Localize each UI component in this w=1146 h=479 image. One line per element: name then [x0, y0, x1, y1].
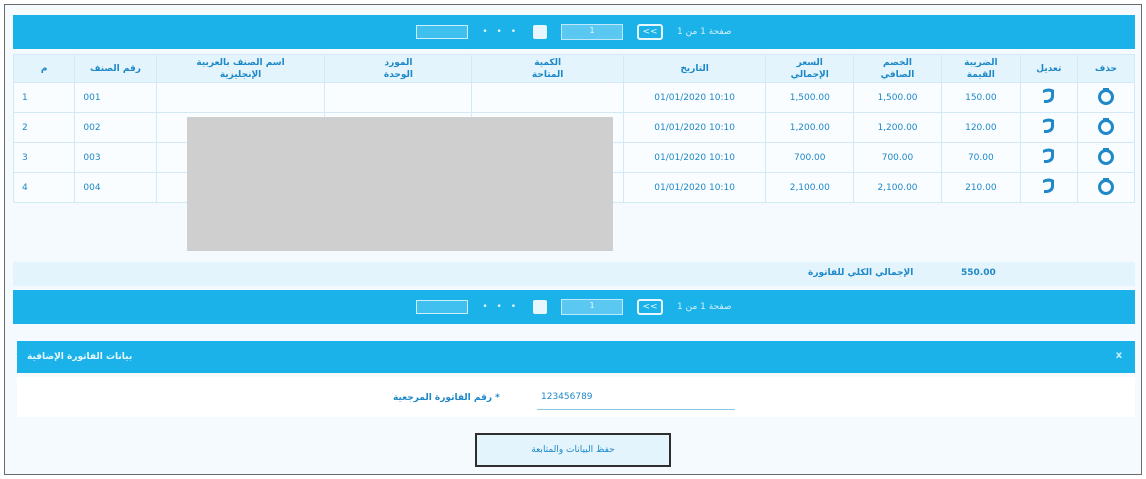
next-page-icon-bottom[interactable] [533, 300, 548, 314]
summary-label: الإجمالي الكلي للفاتورة [808, 268, 914, 278]
delete-cell [1076, 142, 1136, 173]
discount-cell: 1,500.00 [853, 82, 942, 113]
date-cell: 01/01/2020 10:10 [622, 142, 767, 173]
delete-cell [1076, 172, 1136, 203]
prev-page-button-bottom[interactable]: << [637, 299, 664, 315]
column-header-label: التاريخ [680, 63, 709, 74]
column-header: رقم الصنف [74, 54, 157, 83]
column-header-label: رقم الصنف [90, 63, 141, 74]
column-header-label: المورد [384, 57, 413, 68]
delete-cell [1076, 112, 1136, 143]
column-header-label: م [40, 63, 48, 74]
delete-icon[interactable] [1097, 147, 1115, 168]
redacted-area [187, 117, 613, 251]
edit-icon[interactable] [1041, 147, 1057, 168]
column-header-sublabel: المتاحة [531, 69, 564, 80]
supplier-cell [324, 82, 473, 113]
top-pager-bar: • • • 1 << صفحة 1 من 1 [13, 15, 1135, 49]
summary-row: الإجمالي الكلي للفاتورة 550.00 [13, 262, 1135, 286]
page-dots: • • • [482, 27, 520, 37]
delete-cell [1076, 82, 1136, 113]
discount-cell: 2,100.00 [853, 172, 942, 203]
column-header: حذف [1076, 54, 1136, 83]
column-header-label: السعر [796, 57, 823, 68]
delete-icon[interactable] [1097, 117, 1115, 138]
row-number-cell: 4 [12, 172, 76, 203]
page-frame: • • • 1 << صفحة 1 من 1 م رقم الصنف اسم الص… [4, 4, 1142, 475]
column-header-label: اسم الصنف بالعربية [196, 57, 285, 68]
column-header: الكمية المتاحة [471, 54, 624, 83]
edit-cell [1019, 112, 1078, 143]
prev-page-button[interactable]: << [637, 24, 664, 40]
discount-cell: 1,200.00 [853, 112, 942, 143]
close-icon[interactable]: x [1113, 350, 1125, 362]
price-cell: 700.00 [765, 142, 855, 173]
reference-field-label: رقم الفاتورة المرجعية * [393, 393, 500, 403]
go-page-input[interactable] [416, 25, 469, 39]
bottom-pager-bar: • • • 1 << صفحة 1 من 1 [13, 290, 1135, 324]
quantity-cell [471, 82, 624, 113]
column-header: اسم الصنف بالعربية الإنجليزية [155, 54, 326, 83]
column-header: الضريبة القيمة [940, 54, 1021, 83]
item-code-cell: 002 [74, 112, 157, 143]
table-header-row: م رقم الصنف اسم الصنف بالعربية الإنجليزية ال… [12, 54, 1136, 83]
price-cell: 1,200.00 [765, 112, 855, 143]
item-name-cell [155, 82, 326, 113]
column-header-sublabel: القيمة [966, 69, 995, 80]
edit-icon[interactable] [1041, 87, 1057, 108]
column-header: تعديل [1019, 54, 1078, 83]
page-select-bottom[interactable]: 1 [561, 299, 624, 315]
date-cell: 01/01/2020 10:10 [622, 112, 767, 143]
column-header-label: حذف [1094, 63, 1117, 74]
next-page-icon[interactable] [533, 25, 548, 39]
column-header: م [12, 54, 76, 83]
table-row: 1 001 01/01/2020 10:10 1,500.00 1,500.00 150.… [12, 82, 1136, 113]
column-header: التاريخ [622, 54, 767, 83]
edit-cell [1019, 82, 1078, 113]
reference-number-input[interactable] [537, 385, 735, 410]
page-info-label: صفحة 1 من 1 [677, 27, 732, 37]
date-cell: 01/01/2020 10:10 [622, 82, 767, 113]
row-number-cell: 3 [12, 142, 76, 173]
summary-value: 550.00 [961, 268, 996, 278]
column-header: السعر الإجمالي [765, 54, 855, 83]
delete-icon[interactable] [1097, 87, 1115, 108]
column-header-label: تعديل [1036, 63, 1062, 74]
price-cell: 1,500.00 [765, 82, 855, 113]
go-page-input-bottom[interactable] [416, 300, 469, 314]
price-cell: 2,100.00 [765, 172, 855, 203]
discount-cell: 700.00 [853, 142, 942, 173]
panel-title: بيانات الفاتورة الإضافية [27, 352, 133, 362]
item-code-cell: 001 [74, 82, 157, 113]
submit-button[interactable]: حفظ البيانات والمتابعة [475, 433, 671, 467]
row-number-cell: 1 [12, 82, 76, 113]
delete-icon[interactable] [1097, 177, 1115, 198]
column-header-sublabel: الوحدة [383, 69, 414, 80]
column-header-sublabel: الإنجليزية [219, 69, 262, 80]
tax-cell: 210.00 [940, 172, 1021, 203]
panel-header: بيانات الفاتورة الإضافية x [17, 341, 1135, 373]
column-header-sublabel: الصافي [880, 69, 915, 80]
column-header-label: الكمية [534, 57, 562, 68]
edit-icon[interactable] [1041, 117, 1057, 138]
column-header: الخصم الصافي [853, 54, 942, 83]
column-header-sublabel: الإجمالي [790, 69, 829, 80]
row-number-cell: 2 [12, 112, 76, 143]
tax-cell: 70.00 [940, 142, 1021, 173]
item-code-cell: 003 [74, 142, 157, 173]
date-cell: 01/01/2020 10:10 [622, 172, 767, 203]
edit-cell [1019, 142, 1078, 173]
column-header-label: الضريبة [964, 57, 998, 68]
reference-field-row: رقم الفاتورة المرجعية * [17, 377, 1135, 417]
column-header-label: الخصم [883, 57, 912, 68]
edit-cell [1019, 172, 1078, 203]
edit-icon[interactable] [1041, 177, 1057, 198]
tax-cell: 120.00 [940, 112, 1021, 143]
page-info-label-bottom: صفحة 1 من 1 [677, 302, 732, 312]
column-header: المورد الوحدة [324, 54, 473, 83]
tax-cell: 150.00 [940, 82, 1021, 113]
page-dots-bottom: • • • [482, 302, 520, 312]
item-code-cell: 004 [74, 172, 157, 203]
page-select[interactable]: 1 [561, 24, 624, 40]
